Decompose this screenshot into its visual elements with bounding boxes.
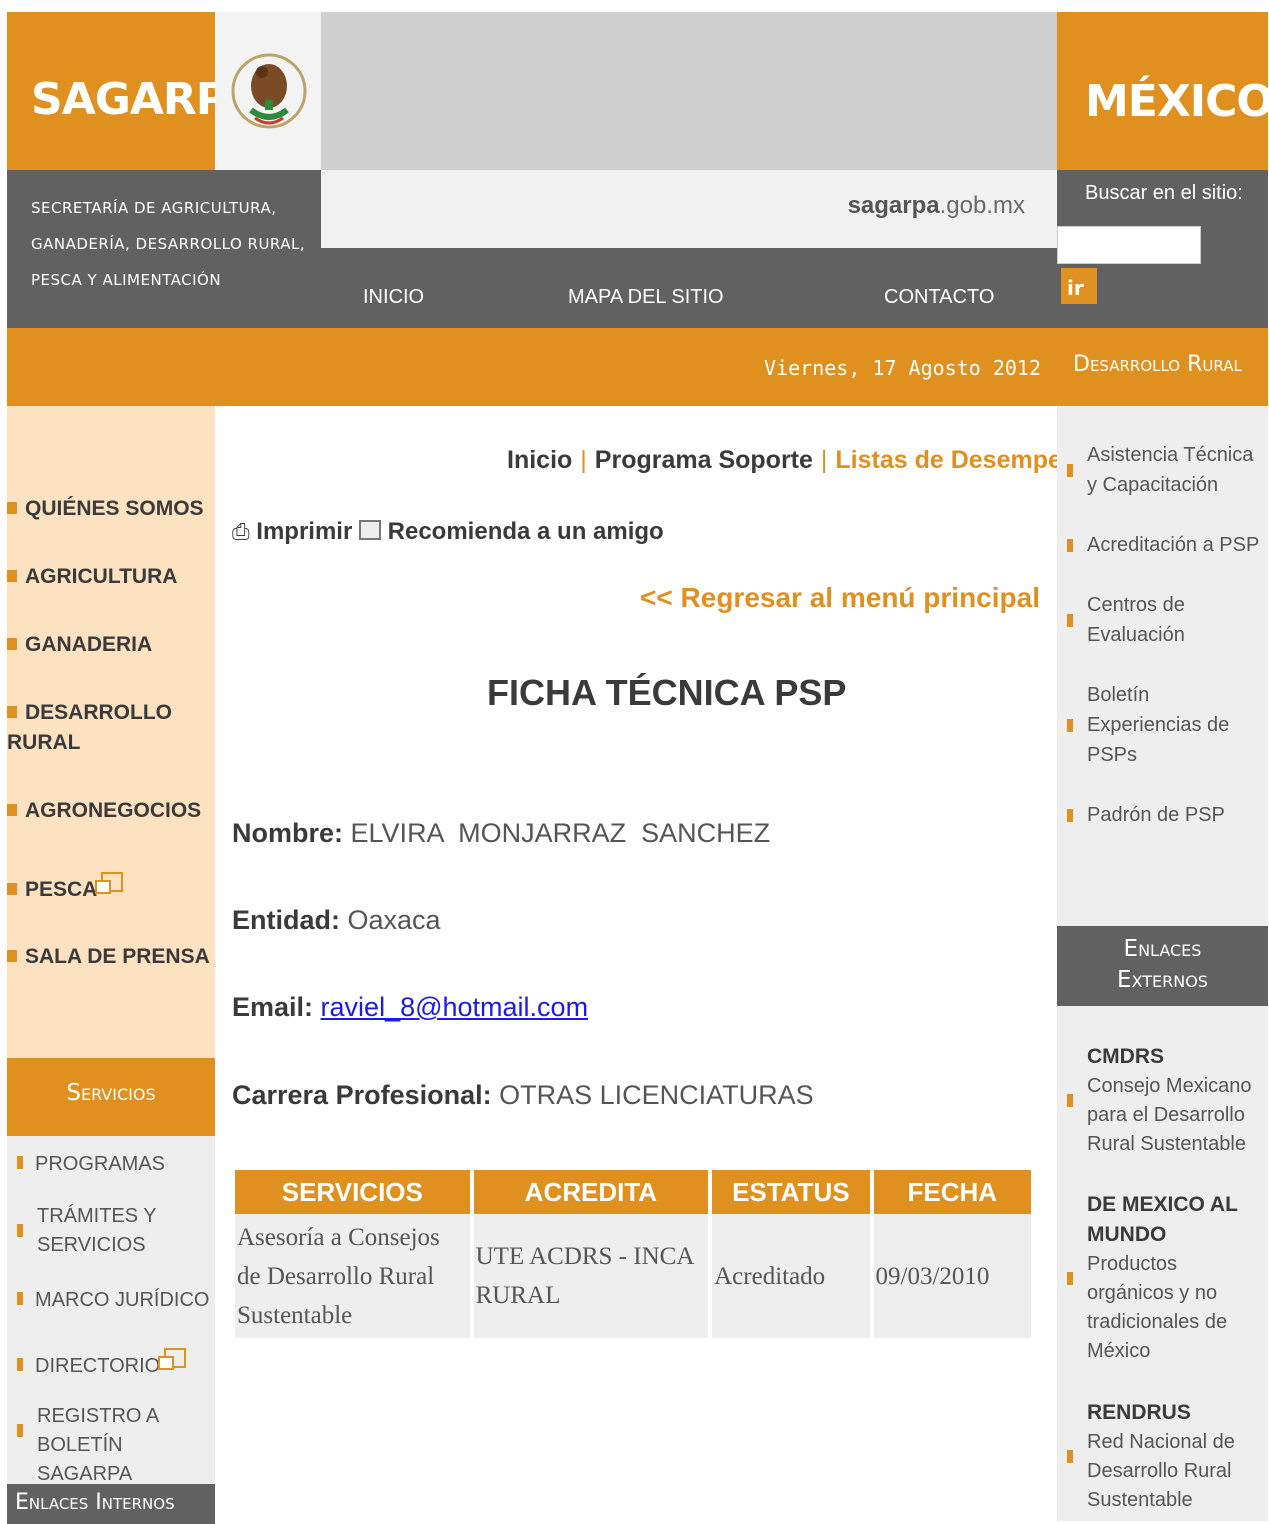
external-link-cmdrs[interactable]: CMDRS Consejo Mexicano para el Desarrollo… <box>1067 1042 1263 1159</box>
secretaria-name: SECRETARÍA DE AGRICULTURA, GANADERÍA, DE… <box>7 170 321 328</box>
bullet-icon <box>1067 808 1073 822</box>
external-link-rendrus[interactable]: RENDRUS Red Nacional de Desarrollo Rural … <box>1067 1398 1247 1515</box>
secretaria-line: SECRETARÍA DE AGRICULTURA, <box>31 199 277 217</box>
nav-mapa-del-sitio[interactable]: MAPA DEL SITIO <box>568 286 724 309</box>
email-link[interactable]: raviel_8@hotmail.com <box>321 992 589 1022</box>
bullet-icon <box>1067 1450 1073 1463</box>
field-carrera: Carrera Profesional: OTRAS LICENCIATURAS <box>232 1080 814 1110</box>
nav-desarrollo-rural[interactable]: DESARROLLO RURAL <box>7 698 197 758</box>
bullet-icon <box>7 950 17 962</box>
external-window-icon <box>95 872 124 894</box>
bullet-icon <box>7 502 17 514</box>
table-header-acredita: ACREDITA <box>473 1170 709 1214</box>
header-banner <box>321 12 1057 170</box>
servicios-marco-juridico[interactable]: MARCO JURÍDICO <box>17 1286 209 1315</box>
enlaces-internos-heading: Enlaces Internos <box>7 1484 215 1524</box>
external-links-list: CMDRS Consejo Mexicano para el Desarrollo… <box>1057 1006 1268 1521</box>
servicios-registro-boletin[interactable]: REGISTRO A BOLETÍN SAGARPA <box>17 1402 207 1489</box>
breadcrumb: Inicio | Programa Soporte | Listas de Desemp… <box>507 446 1092 475</box>
nav-sala-de-prensa[interactable]: SALA DE PRENSA <box>7 942 210 972</box>
rnav-padron[interactable]: Padrón de PSP <box>1067 800 1247 830</box>
servicios-heading: Servicios <box>7 1058 215 1136</box>
back-to-menu-link[interactable]: << Regresar al menú principal <box>640 582 1040 614</box>
nav-quienes-somos[interactable]: QUIÉNES SOMOS <box>7 494 204 524</box>
bullet-icon <box>17 1424 23 1437</box>
search-input[interactable] <box>1057 226 1201 264</box>
bullet-icon <box>1067 613 1073 627</box>
nav-pesca[interactable]: PESCA <box>7 872 124 905</box>
table-cell: UTE ACDRS - INCA RURAL <box>473 1214 709 1338</box>
external-link-de-mexico-al-mundo[interactable]: DE MEXICO AL MUNDO Productos orgánicos y … <box>1067 1190 1247 1366</box>
breadcrumb-separator: | <box>580 446 587 474</box>
bullet-icon <box>7 638 17 650</box>
nav-ganaderia[interactable]: GANADERIA <box>7 630 152 660</box>
bullet-icon <box>17 1358 23 1371</box>
servicios-programas[interactable]: PROGRAMAS <box>17 1150 165 1179</box>
table-row: Asesoría a Consejos de Desarrollo Rural … <box>235 1214 1031 1338</box>
site-domain: sagarpa.gob.mx <box>847 192 1025 219</box>
breadcrumb-separator: | <box>820 446 828 474</box>
table-cell: 09/03/2010 <box>873 1214 1031 1338</box>
rnav-acreditacion[interactable]: Acreditación a PSP <box>1067 530 1267 560</box>
mexico-seal-emblem <box>216 12 321 170</box>
bullet-icon <box>7 883 17 895</box>
field-email: Email: raviel_8@hotmail.com <box>232 992 589 1022</box>
section-nav-sidebar: Asistencia Técnica y Capacitación Acredi… <box>1057 406 1268 926</box>
services-table: SERVICIOS ACREDITA ESTATUS FECHA Asesorí… <box>231 1170 1035 1338</box>
table-header-estatus: ESTATUS <box>712 1170 870 1214</box>
bullet-icon <box>17 1224 23 1237</box>
recommend-link[interactable]: Recomienda a un amigo <box>358 518 664 545</box>
table-cell: Asesoría a Consejos de Desarrollo Rural … <box>235 1214 470 1338</box>
bullet-icon <box>7 570 17 582</box>
search-panel: Buscar en el sitio: ir <box>1057 170 1268 328</box>
domain-strip: sagarpa.gob.mx <box>321 170 1057 248</box>
mexico-logo[interactable]: MÉXICO <box>1057 12 1269 170</box>
search-button[interactable]: ir <box>1061 268 1097 304</box>
breadcrumb-current: Listas de Desempeño <box>835 446 1093 474</box>
secretaria-line: PESCA Y ALIMENTACIÓN <box>31 271 222 289</box>
breadcrumb-inicio[interactable]: Inicio <box>507 446 572 474</box>
mail-icon <box>358 520 381 540</box>
secretaria-line: GANADERÍA, DESARROLLO RURAL, <box>31 235 306 253</box>
servicios-list: PROGRAMAS TRÁMITES Y SERVICIOS MARCO JUR… <box>7 1136 215 1485</box>
bullet-icon <box>1067 463 1073 477</box>
top-nav: INICIO MAPA DEL SITIO CONTACTO <box>321 248 1057 328</box>
nav-agricultura[interactable]: AGRICULTURA <box>7 562 177 592</box>
field-entidad: Entidad: Oaxaca <box>232 905 441 935</box>
print-link[interactable]: ⎙ Imprimir <box>232 518 352 545</box>
bullet-icon <box>1067 1094 1073 1107</box>
bullet-icon <box>1067 538 1073 552</box>
main-nav-sidebar: QUIÉNES SOMOS AGRICULTURA GANADERIA DESA… <box>7 406 215 1058</box>
section-title: Desarrollo Rural <box>1057 328 1268 406</box>
breadcrumb-programa-soporte[interactable]: Programa Soporte <box>595 446 813 474</box>
sagarpa-logo[interactable]: SAGARPA <box>7 12 257 170</box>
nav-inicio[interactable]: INICIO <box>363 286 424 309</box>
enlaces-externos-heading: Enlaces Externos <box>1057 926 1268 1006</box>
servicios-directorio[interactable]: DIRECTORIO <box>17 1348 187 1381</box>
bullet-icon <box>7 706 17 718</box>
search-label: Buscar en el sitio: <box>1085 182 1243 204</box>
printer-icon: ⎙ <box>232 519 250 544</box>
servicios-tramites[interactable]: TRÁMITES Y SERVICIOS <box>17 1202 177 1260</box>
eagle-seal-icon <box>231 53 306 129</box>
page-title: FICHA TÉCNICA PSP <box>487 672 847 713</box>
table-header-servicios: SERVICIOS <box>235 1170 470 1214</box>
rnav-asistencia-tecnica[interactable]: Asistencia Técnica y Capacitación <box>1067 440 1267 500</box>
field-nombre: Nombre: ELVIRA MONJARRAZ SANCHEZ <box>232 818 771 848</box>
rnav-boletin[interactable]: Boletín Experiencias de PSPs <box>1067 680 1247 770</box>
page-tools: ⎙ Imprimir Recomienda a un amigo <box>232 518 664 546</box>
table-header-fecha: FECHA <box>873 1170 1031 1214</box>
external-window-icon <box>158 1348 187 1370</box>
bullet-icon <box>1067 1271 1073 1285</box>
current-date: Viernes, 17 Agosto 2012 <box>764 356 1041 380</box>
nav-agronegocios[interactable]: AGRONEGOCIOS <box>7 796 201 826</box>
bullet-icon <box>17 1292 23 1305</box>
bullet-icon <box>1067 718 1073 732</box>
nav-contacto[interactable]: CONTACTO <box>884 286 994 309</box>
rnav-centros-evaluacion[interactable]: Centros de Evaluación <box>1067 590 1247 650</box>
table-cell: Acreditado <box>712 1214 870 1338</box>
bullet-icon <box>17 1156 23 1169</box>
bullet-icon <box>7 804 17 816</box>
date-bar: Viernes, 17 Agosto 2012 <box>7 328 1057 406</box>
